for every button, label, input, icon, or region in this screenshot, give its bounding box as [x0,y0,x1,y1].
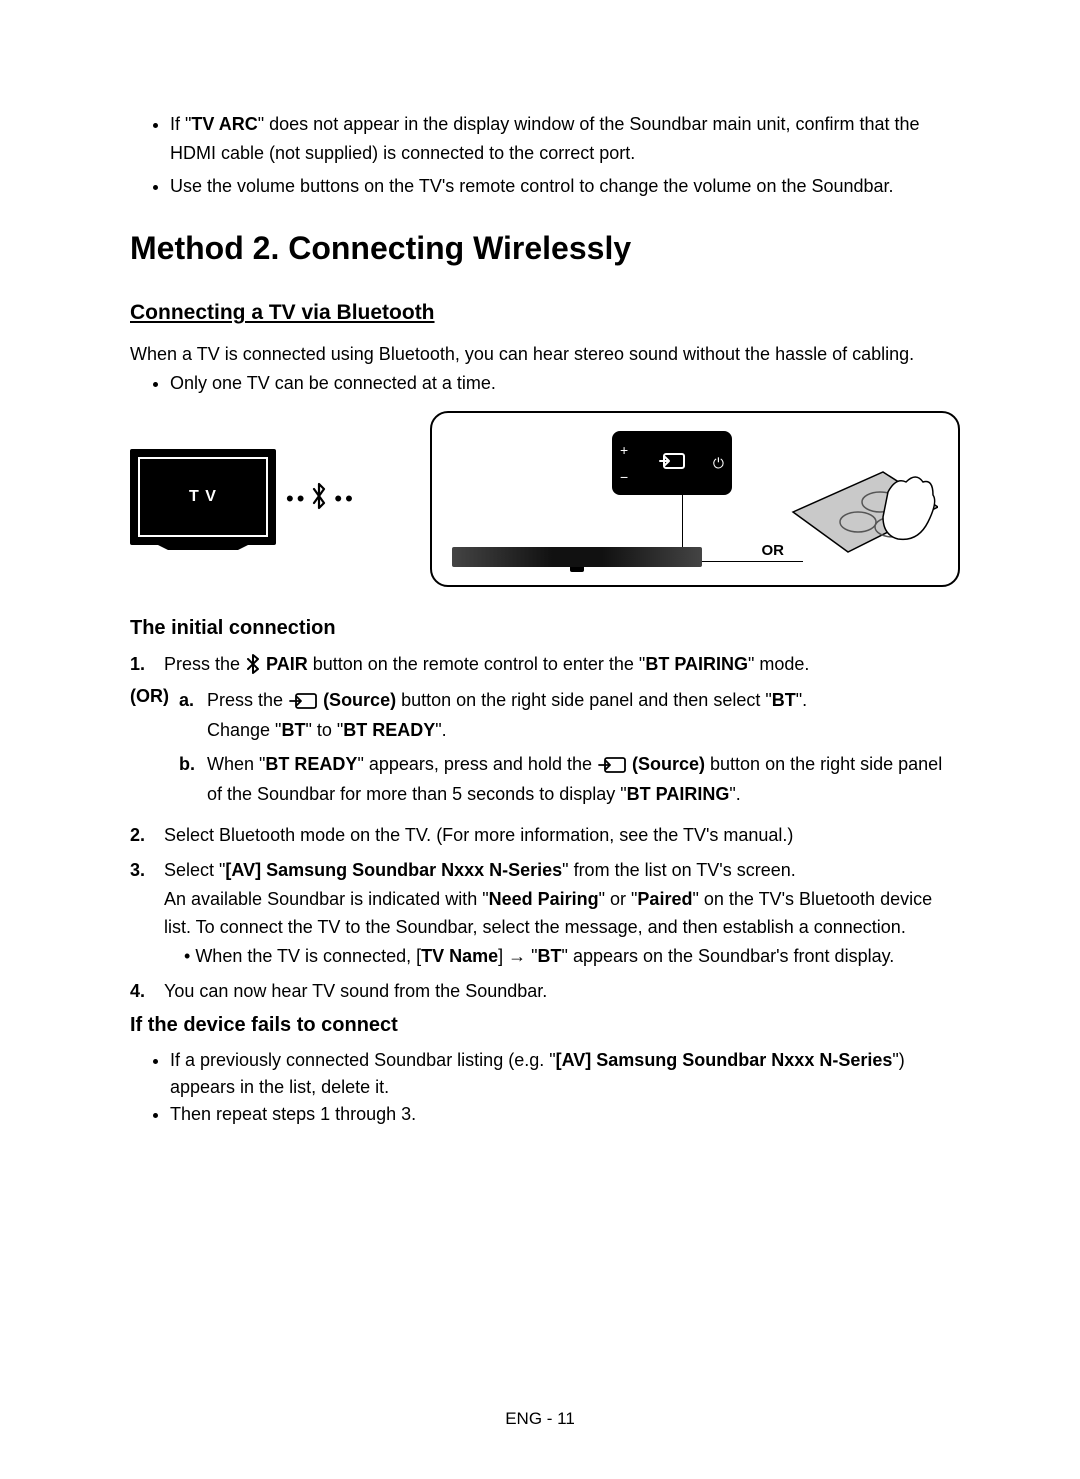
sub-step-b: b. When "BT READY" appears, press and ho… [179,750,960,808]
step-3-nested-bullet: When the TV is connected, [TV Name] → "B… [184,942,960,971]
tv-icon: T V [130,449,276,545]
subsection-heading: Connecting a TV via Bluetooth [130,301,435,325]
step-1: 1. Press the PAIR button on the remote c… [130,650,960,680]
source-icon [597,751,627,780]
fail-bullet-list: If a previously connected Soundbar listi… [170,1047,960,1128]
fail-bullet-2: Then repeat steps 1 through 3. [170,1101,960,1128]
page-footer: ENG - 11 [0,1409,1080,1429]
step-2: 2. Select Bluetooth mode on the TV. (For… [130,821,960,850]
lead-text: When a TV is connected using Bluetooth, … [130,341,960,368]
steps-list: 1. Press the PAIR button on the remote c… [130,650,960,680]
tv-group: T V •• •• [130,449,353,550]
bluetooth-signal-icon: •• •• [286,482,353,517]
soundbar-touch-icon [788,467,938,567]
sub-step-a: a. Press the (Source) button on the righ… [179,686,960,744]
connection-diagram: T V •• •• + − [130,411,960,587]
step-4: 4. You can now hear TV sound from the So… [130,977,960,1006]
or-block: (OR) a. Press the (Source) button on the… [130,686,960,815]
steps-list-cont: 2. Select Bluetooth mode on the TV. (For… [130,821,960,1006]
lead-bullet: Only one TV can be connected at a time. [170,370,960,397]
bluetooth-icon [245,651,261,680]
fail-bullet-1: If a previously connected Soundbar listi… [170,1047,960,1101]
power-icon: ⏻ [713,455,724,472]
lead-bullet-list: Only one TV can be connected at a time. [170,370,960,397]
intro-bullet-list: If "TV ARC" does not appear in the displ… [170,110,960,200]
bluetooth-icon [309,482,329,517]
minus-icon: − [620,469,628,485]
fail-heading: If the device fails to connect [130,1014,960,1037]
step-3: 3. Select "[AV] Samsung Soundbar Nxxx N-… [130,856,960,971]
tv-label: T V [189,488,217,506]
soundbar-icon [452,547,702,567]
plus-icon: + [620,442,628,458]
hand-tap-icon [883,477,935,539]
or-marker: (OR) [130,686,169,815]
intro-bullet-1: If "TV ARC" does not appear in the displ… [170,110,960,168]
intro-bullet-2: Use the volume buttons on the TV's remot… [170,172,960,201]
soundbar-device-box: +− ⏻ OR [430,411,960,587]
source-panel-icon [654,451,688,476]
source-icon [288,687,318,716]
method-heading: Method 2. Connecting Wirelessly [130,230,960,267]
initial-connection-heading: The initial connection [130,617,960,640]
